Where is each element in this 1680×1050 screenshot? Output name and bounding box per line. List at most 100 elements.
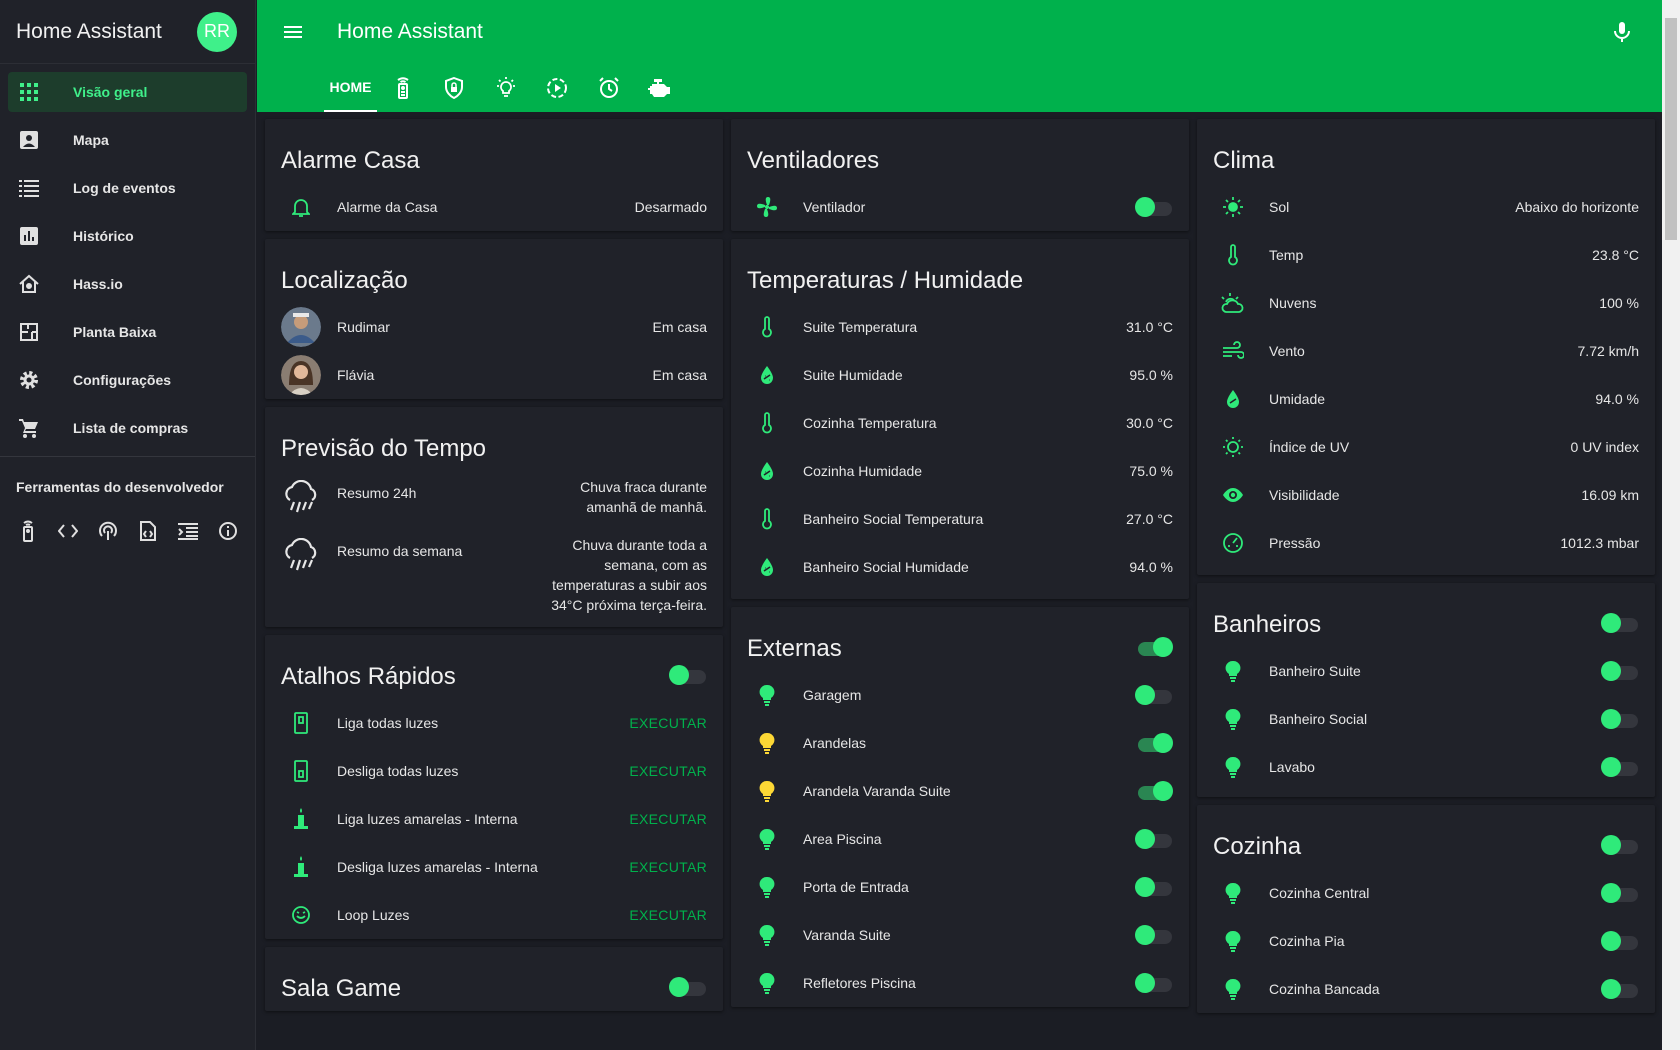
sensor-list: Sol Abaixo do horizonte Temp 23.8 °C Nuvens 1… (1197, 183, 1655, 575)
broadcast-icon[interactable] (96, 519, 119, 542)
sidebar-item-historico[interactable]: Histórico (8, 216, 247, 256)
microphone-icon[interactable] (1610, 20, 1634, 44)
light-list: Cozinha Central Cozinha Pia Cozinha Bancad… (1197, 869, 1655, 1013)
info-icon[interactable] (216, 519, 239, 542)
card-header-toggle[interactable] (1601, 613, 1639, 633)
format-list-icon[interactable] (176, 519, 199, 542)
sidebar-item-planta-baixa[interactable]: Planta Baixa (8, 312, 247, 352)
entity-row[interactable]: Suite Humidade 95.0 % (731, 351, 1189, 399)
entity-row[interactable]: Banheiro Social Temperatura 27.0 °C (731, 495, 1189, 543)
lightbulb-icon (747, 675, 787, 715)
entity-row[interactable]: Umidade 94.0 % (1197, 375, 1655, 423)
card-header-toggle[interactable] (1601, 835, 1639, 855)
file-code-icon[interactable] (136, 519, 159, 542)
entity-name: Flávia (337, 367, 375, 383)
entity-row[interactable]: Flávia Em casa (265, 351, 723, 399)
sidebar-item-hassio[interactable]: Hass.io (8, 264, 247, 304)
executar-button[interactable]: EXECUTAR (629, 811, 707, 827)
executar-button[interactable]: EXECUTAR (629, 763, 707, 779)
entity-row: Area Piscina (731, 815, 1189, 863)
tab-remote[interactable] (377, 64, 429, 112)
executar-button[interactable]: EXECUTAR (629, 859, 707, 875)
entity-toggle[interactable] (1135, 829, 1173, 849)
entity-toggle[interactable] (1601, 661, 1639, 681)
entity-row[interactable]: Nuvens 100 % (1197, 279, 1655, 327)
shield-lock-icon (445, 77, 464, 99)
entity-row[interactable]: Vento 7.72 km/h (1197, 327, 1655, 375)
remote-icon (396, 77, 410, 99)
entity-toggle[interactable] (1601, 757, 1639, 777)
executar-button[interactable]: EXECUTAR (629, 715, 707, 731)
scrollbar-thumb[interactable] (1665, 18, 1677, 240)
sidebar-item-visao-geral[interactable]: Visão geral (8, 72, 247, 112)
person-avatar (281, 355, 321, 395)
entity-row[interactable]: Cozinha Humidade 75.0 % (731, 447, 1189, 495)
entity-toggle[interactable] (1601, 883, 1639, 903)
entity-row[interactable]: Temp 23.8 °C (1197, 231, 1655, 279)
cloud-sun-icon (1213, 283, 1253, 323)
entity-toggle[interactable] (1135, 925, 1173, 945)
entity-row[interactable]: Banheiro Social Humidade 94.0 % (731, 543, 1189, 591)
tab-security[interactable] (429, 64, 481, 112)
entity-state: 75.0 % (1129, 463, 1173, 479)
sidebar-item-log-eventos[interactable]: Log de eventos (8, 168, 247, 208)
entity-toggle[interactable] (1601, 931, 1639, 951)
tab-alarm[interactable] (583, 64, 635, 112)
lightbulb-icon (747, 771, 787, 811)
entity-row[interactable]: Pressão 1012.3 mbar (1197, 519, 1655, 567)
entity-name: Índice de UV (1269, 439, 1350, 455)
candle-icon (281, 799, 321, 839)
entity-row[interactable]: Resumo da semana Chuva durante toda a se… (265, 529, 723, 627)
entity-row[interactable]: Visibilidade 16.09 km (1197, 471, 1655, 519)
script-row: Loop Luzes EXECUTAR (265, 891, 723, 939)
entity-name: Sol (1269, 199, 1290, 215)
tab-media[interactable] (532, 64, 584, 112)
card-title: Previsão do Tempo (281, 435, 487, 462)
sidebar-item-mapa[interactable]: Mapa (8, 120, 247, 160)
scrollbar[interactable] (1662, 0, 1680, 1050)
lightbulb-icon (747, 723, 787, 763)
entity-toggle[interactable] (1601, 979, 1639, 999)
entity-name: Banheiro Social Temperatura (803, 511, 984, 527)
entity-row[interactable]: Alarme da Casa Desarmado (265, 183, 723, 231)
card-header-toggle[interactable] (669, 665, 707, 685)
script-row: Liga luzes amarelas - Interna EXECUTAR (265, 795, 723, 843)
entity-toggle[interactable] (1135, 733, 1173, 753)
script-name: Desliga todas luzes (337, 763, 459, 779)
menu-icon[interactable] (281, 20, 305, 44)
sidebar-item-lista-compras[interactable]: Lista de compras (8, 408, 247, 448)
code-icon[interactable] (56, 519, 79, 542)
sidebar-item-label: Histórico (73, 228, 134, 244)
entity-toggle[interactable] (1135, 877, 1173, 897)
entity-toggle[interactable] (1135, 781, 1173, 801)
list-icon (18, 177, 40, 199)
entity-row[interactable]: Resumo 24h Chuva fraca durante amanhã de… (265, 471, 723, 529)
tab-lights[interactable] (480, 64, 532, 112)
entity-row[interactable]: Rudimar Em casa (265, 303, 723, 351)
tab-home[interactable]: HOME (324, 64, 377, 112)
card-header-toggle[interactable] (1135, 637, 1173, 657)
gauge-icon (1213, 523, 1253, 563)
entity-state: Chuva fraca durante amanhã de manhã. (580, 479, 707, 515)
sidebar-item-configuracoes[interactable]: Configurações (8, 360, 247, 400)
entity-toggle[interactable] (1135, 685, 1173, 705)
card-title: Sala Game (281, 975, 402, 1002)
entity-toggle[interactable] (1135, 973, 1173, 993)
entity-row[interactable]: Índice de UV 0 UV index (1197, 423, 1655, 471)
avatar[interactable]: RR (197, 11, 237, 52)
entity-row[interactable]: Sol Abaixo do horizonte (1197, 183, 1655, 231)
remote-icon[interactable] (16, 519, 39, 542)
entity-toggle[interactable] (1135, 197, 1173, 217)
entity-row: Cozinha Pia (1197, 917, 1655, 965)
tab-engine[interactable] (635, 64, 687, 112)
entity-toggle[interactable] (1601, 709, 1639, 729)
sidebar-nav: Visão geral Mapa Log de eventos Históric… (0, 64, 255, 448)
column-2: Ventiladores Ventilador Temperaturas / H… (731, 112, 1189, 1015)
entity-name: Temp (1269, 247, 1304, 263)
entity-row[interactable]: Suite Temperatura 31.0 °C (731, 303, 1189, 351)
card-title: Externas (747, 635, 842, 662)
card-header-toggle[interactable] (669, 977, 707, 997)
entity-row[interactable]: Cozinha Temperatura 30.0 °C (731, 399, 1189, 447)
executar-button[interactable]: EXECUTAR (629, 907, 707, 923)
script-name: Loop Luzes (337, 907, 410, 923)
